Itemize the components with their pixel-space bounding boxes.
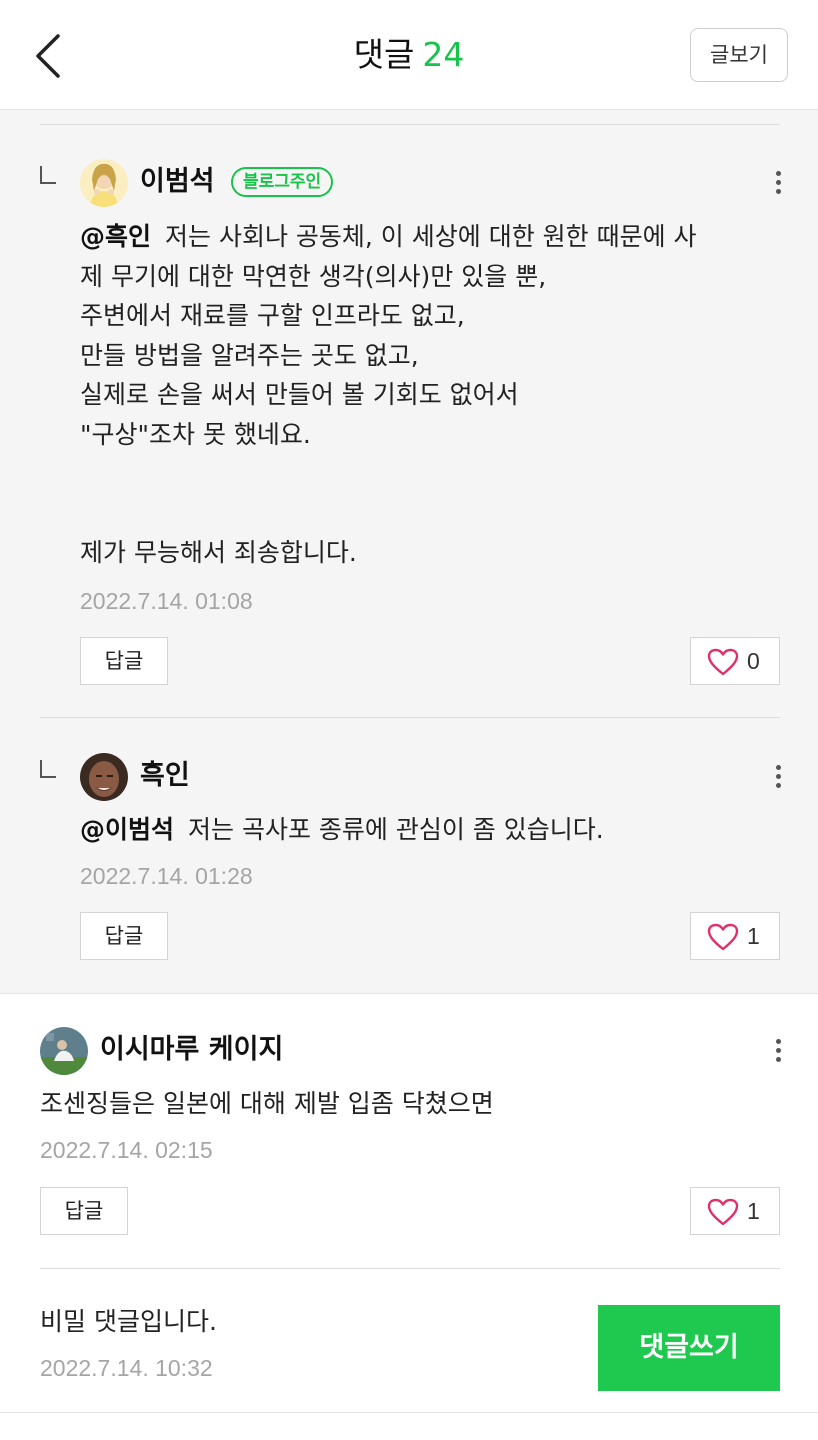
reply-button[interactable]: 답글 [80, 637, 168, 685]
reply-button[interactable]: 답글 [80, 912, 168, 960]
comment-date: 2022.7.14. 02:15 [40, 1137, 213, 1163]
comment-body: @이범석 저는 곡사포 종류에 관심이 좀 있습니다. [80, 810, 780, 850]
comment-text: 저는 사회나 공동체, 이 세상에 대한 원한 때문에 사 제 무기에 대한 막… [80, 222, 697, 567]
more-dot-icon [775, 180, 781, 185]
mention[interactable]: @흑인 [80, 222, 151, 251]
avatar[interactable] [80, 159, 128, 207]
more-options-button[interactable] [770, 1036, 786, 1066]
reply-button[interactable]: 답글 [40, 1187, 128, 1235]
mention[interactable]: @이범석 [80, 815, 174, 844]
more-dot-icon [775, 783, 781, 788]
more-dot-icon [775, 1048, 781, 1053]
comments-page: 댓글 24 글보기 이범석 블로그주인 @흑인 저는 사회나 공동체, 이 세상… [0, 0, 818, 1440]
comment-date: 2022.7.14. 01:28 [80, 863, 253, 889]
secret-comment-date: 2022.7.14. 10:32 [40, 1355, 213, 1381]
reply-indent-icon [40, 166, 56, 184]
comment-body: @흑인 저는 사회나 공동체, 이 세상에 대한 원한 때문에 사 제 무기에 대… [80, 217, 780, 573]
view-post-button[interactable]: 글보기 [690, 28, 788, 82]
author-name[interactable]: 이시마루 케이지 [100, 1030, 283, 1070]
write-comment-button[interactable]: 댓글쓰기 [598, 1305, 780, 1391]
comment-date: 2022.7.14. 01:08 [80, 588, 253, 614]
comment-text: 저는 곡사포 종류에 관심이 좀 있습니다. [188, 815, 604, 844]
author-name[interactable]: 흑인 [140, 756, 190, 796]
more-dot-icon [775, 1039, 781, 1044]
like-button[interactable]: 1 [690, 912, 780, 960]
more-dot-icon [775, 774, 781, 779]
more-options-button[interactable] [770, 762, 786, 792]
more-dot-icon [775, 1057, 781, 1062]
more-dot-icon [775, 765, 781, 770]
heart-icon [707, 648, 739, 676]
comment-body: 조센징들은 일본에 대해 제발 입좀 닥쳤으면 [40, 1089, 494, 1118]
reply-indent-icon [40, 760, 56, 778]
comment-count: 24 [422, 35, 465, 74]
author-name[interactable]: 이범석 [140, 162, 215, 202]
more-dot-icon [775, 171, 781, 176]
more-options-button[interactable] [770, 168, 786, 198]
reply-thread: 이범석 블로그주인 @흑인 저는 사회나 공동체, 이 세상에 대한 원한 때문에… [0, 110, 818, 994]
title-label: 댓글 [353, 35, 415, 74]
divider [40, 124, 780, 125]
heart-icon [707, 923, 739, 951]
like-button[interactable]: 1 [690, 1187, 780, 1235]
like-count: 1 [747, 1198, 760, 1224]
more-dot-icon [775, 189, 781, 194]
heart-icon [707, 1198, 739, 1226]
divider [40, 717, 780, 718]
like-count: 0 [747, 648, 760, 674]
like-button[interactable]: 0 [690, 637, 780, 685]
like-count: 1 [747, 923, 760, 949]
divider [0, 1412, 818, 1413]
avatar[interactable] [40, 1027, 88, 1075]
blog-owner-badge: 블로그주인 [231, 167, 334, 197]
divider [40, 1268, 780, 1269]
avatar[interactable] [80, 753, 128, 801]
top-bar: 댓글 24 글보기 [0, 0, 818, 110]
